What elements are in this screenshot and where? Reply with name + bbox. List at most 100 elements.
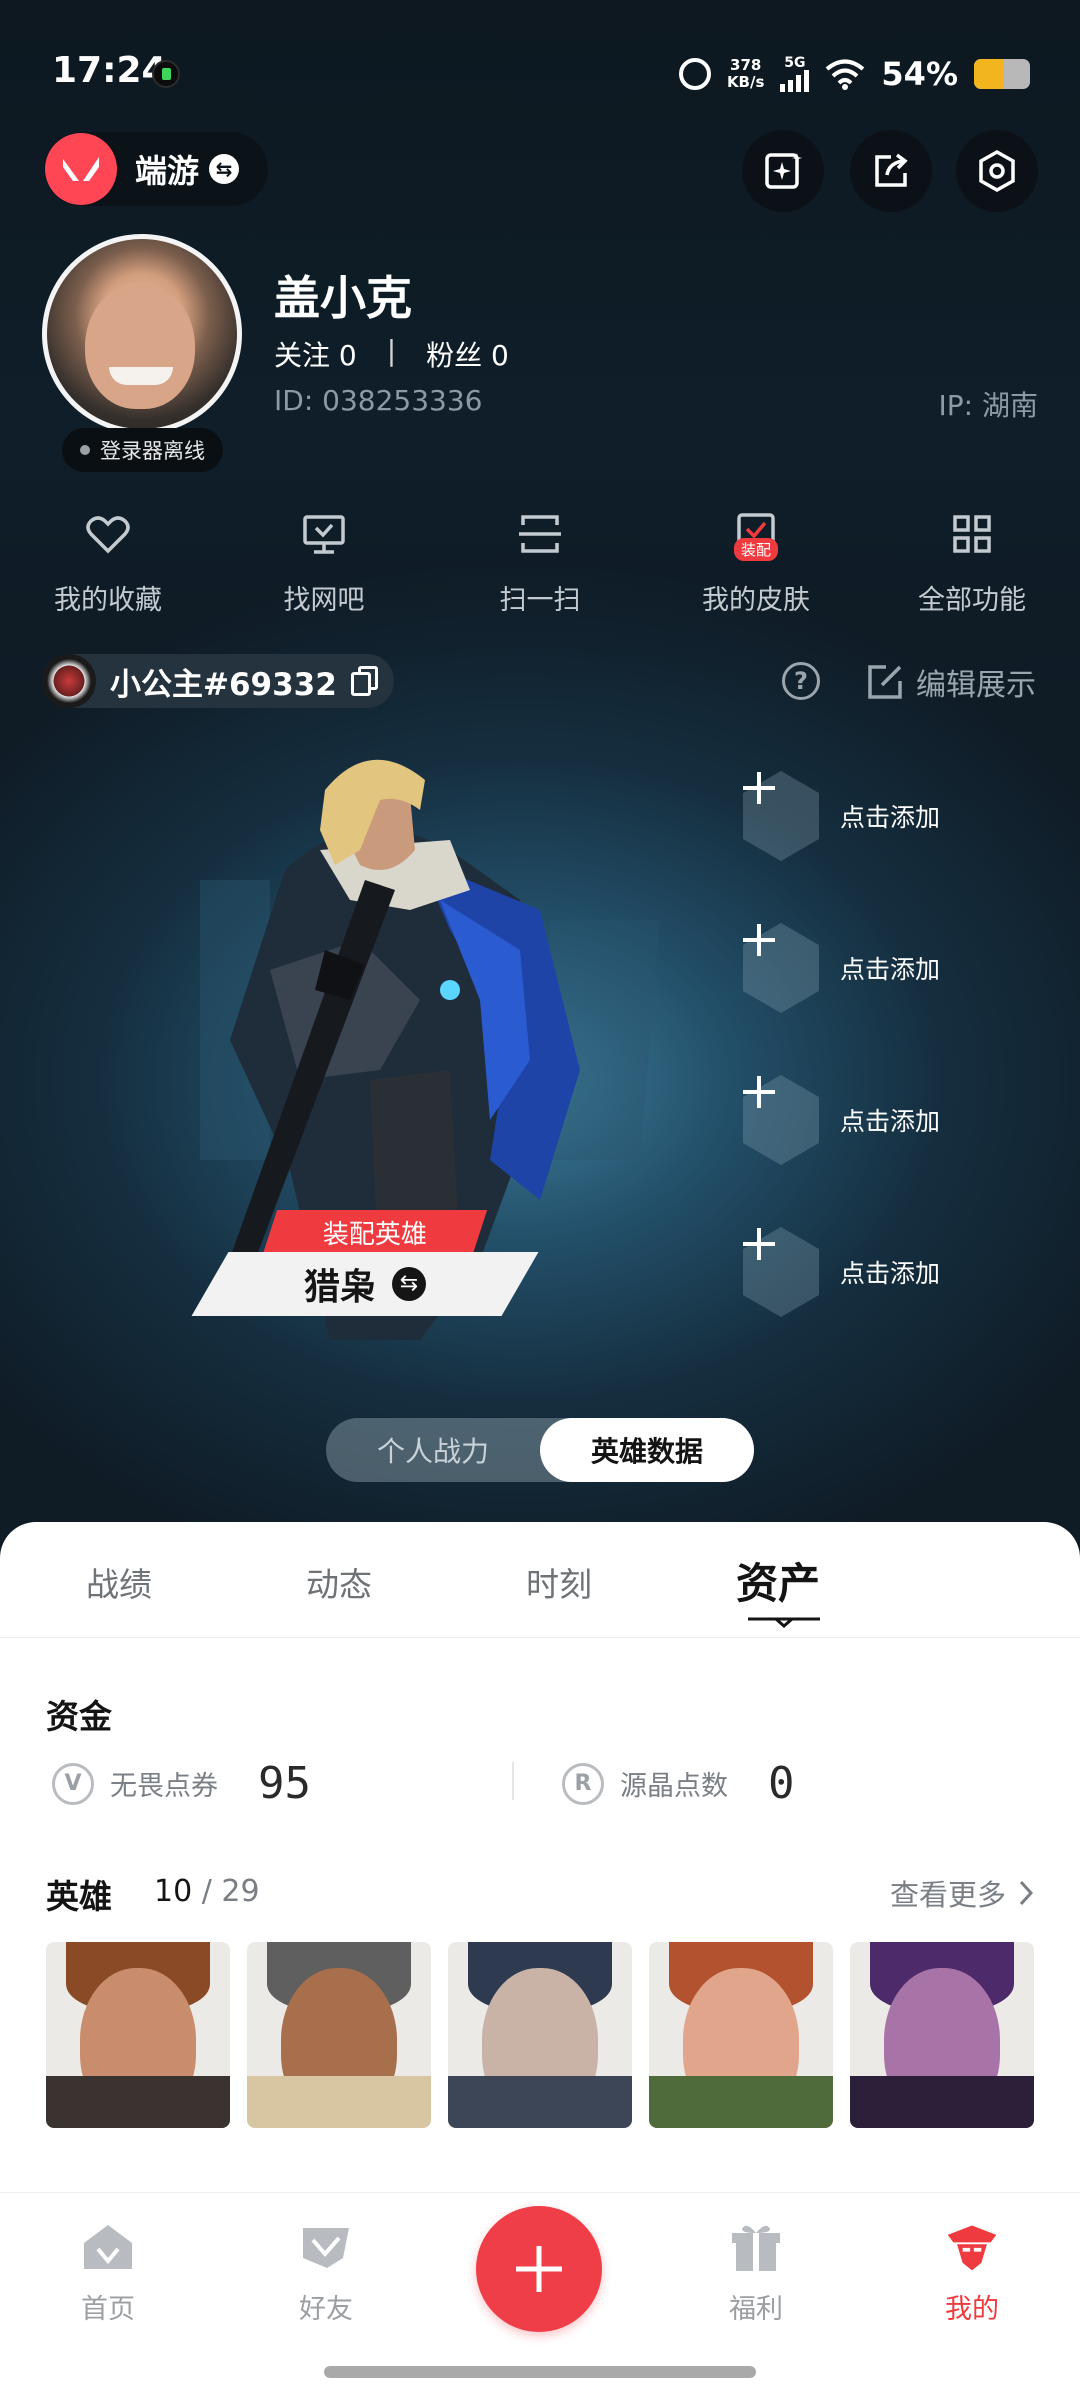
add-slot-label: 点击添加 xyxy=(840,1259,941,1288)
nav-benefits[interactable]: 福利 xyxy=(696,2221,816,2326)
valorant-points-icon: V xyxy=(52,1762,94,1805)
hero-total: 29 xyxy=(221,1874,260,1909)
hero-card[interactable] xyxy=(46,1942,230,2128)
battery-fill xyxy=(974,59,1005,89)
scan-icon xyxy=(516,510,564,558)
add-slot-label: 点击添加 xyxy=(840,955,941,984)
sparkle-card-button[interactable] xyxy=(742,130,824,212)
edit-icon xyxy=(868,665,902,699)
battery-icon xyxy=(974,59,1030,89)
nav-home[interactable]: 首页 xyxy=(48,2221,168,2326)
hero-count: 10 / 29 xyxy=(154,1874,260,1909)
gift-icon xyxy=(728,2221,784,2273)
nav-label: 好友 xyxy=(299,2294,353,2325)
share-button[interactable] xyxy=(850,130,932,212)
add-slot-3[interactable]: 点击添加 xyxy=(740,1070,1040,1170)
ip-location: IP: 湖南 xyxy=(938,389,1038,422)
active-tab-indicator xyxy=(748,1617,820,1628)
avatar-photo xyxy=(47,239,237,429)
content-tabs: 战绩 动态 时刻 资产 xyxy=(0,1522,1080,1638)
hero-portrait-body xyxy=(649,2076,833,2128)
hero-portrait-body xyxy=(850,2076,1034,2128)
player-name: 小公主#69332 xyxy=(110,666,337,703)
toggle-personal-power[interactable]: 个人战力 xyxy=(326,1418,540,1482)
add-hex-icon xyxy=(740,769,822,863)
add-hex-icon xyxy=(740,1225,822,1319)
hero-card[interactable] xyxy=(247,1942,431,2128)
toggle-agent-data[interactable]: 英雄数据 xyxy=(540,1418,754,1482)
funds-title: 资金 xyxy=(46,1697,112,1736)
fund-label: 无畏点券 xyxy=(110,1771,218,1802)
nav-friends[interactable]: 好友 xyxy=(266,2221,386,2326)
following-count[interactable]: 关注 0 xyxy=(274,334,357,374)
agent-name-plate: 猎枭 ⇆ xyxy=(191,1252,539,1316)
hero-portrait-body xyxy=(247,2076,431,2128)
hero-portrait-body xyxy=(448,2076,632,2128)
help-icon[interactable]: ? xyxy=(782,662,820,700)
alarm-icon xyxy=(678,58,711,90)
add-hex-icon xyxy=(740,1073,822,1167)
shortcut-my-skins[interactable]: 装配 我的皮肤 xyxy=(648,510,864,620)
username: 盖小克 xyxy=(274,271,412,325)
add-slot-1[interactable]: 点击添加 xyxy=(740,766,1040,866)
create-post-button[interactable] xyxy=(476,2206,602,2332)
valorant-logo-icon xyxy=(45,133,117,205)
followers-count[interactable]: 粉丝 0 xyxy=(426,334,509,374)
music-app-icon xyxy=(152,60,180,88)
launcher-status-badge: 登录器离线 xyxy=(62,428,223,472)
copy-icon[interactable] xyxy=(350,666,379,696)
add-slot-4[interactable]: 点击添加 xyxy=(740,1222,1040,1322)
fund-radianite-points: R 源晶点数 0 xyxy=(562,1758,795,1809)
wifi-icon xyxy=(826,59,865,90)
status-bar: 17:24 378 KB/s 5G 54% xyxy=(0,0,1080,140)
share-icon xyxy=(875,153,908,187)
tab-moments[interactable]: 时刻 xyxy=(526,1558,592,1606)
nav-me[interactable]: 我的 xyxy=(912,2221,1032,2326)
radianite-icon: R xyxy=(562,1762,604,1805)
agent-name: 猎枭 xyxy=(303,1267,376,1308)
tab-feed[interactable]: 动态 xyxy=(306,1558,372,1606)
equip-badge: 装配英雄 xyxy=(262,1210,488,1254)
player-tag[interactable]: 小公主#69332 xyxy=(42,654,394,708)
hero-card[interactable] xyxy=(448,1942,632,2128)
heart-icon xyxy=(84,510,132,558)
fund-divider xyxy=(512,1762,514,1800)
tab-record[interactable]: 战绩 xyxy=(86,1558,152,1606)
hero-count-sep: / xyxy=(201,1874,212,1909)
add-hex-icon xyxy=(740,921,822,1015)
monitor-icon xyxy=(300,510,348,558)
equip-badge-label: 装配英雄 xyxy=(322,1219,427,1250)
network-speed-unit: KB/s xyxy=(726,73,765,91)
nav-label: 福利 xyxy=(729,2294,783,2325)
shortcut-scan[interactable]: 扫一扫 xyxy=(432,510,648,620)
see-more-heroes-link[interactable]: 查看更多 xyxy=(890,1872,1034,1914)
status-dot xyxy=(80,445,90,455)
hero-card[interactable] xyxy=(649,1942,833,2128)
edit-display-button[interactable]: 编辑展示 xyxy=(866,660,1036,704)
add-slot-2[interactable]: 点击添加 xyxy=(740,918,1040,1018)
home-indicator[interactable] xyxy=(324,2366,756,2378)
shortcut-find-netcafe[interactable]: 找网吧 xyxy=(216,510,432,620)
friends-icon xyxy=(298,2221,354,2273)
add-slot-label: 点击添加 xyxy=(840,1107,941,1136)
hero-portrait-body xyxy=(46,2076,230,2128)
heroes-title: 英雄 xyxy=(46,1877,112,1916)
follow-separator: | xyxy=(386,334,397,367)
shortcut-all-features[interactable]: 全部功能 xyxy=(864,510,1080,620)
shortcut-favorites[interactable]: 我的收藏 xyxy=(0,510,216,620)
shortcut-label: 全部功能 xyxy=(918,585,1026,616)
shortcut-label: 我的收藏 xyxy=(54,585,162,616)
status-time: 17:24 xyxy=(52,50,167,91)
app-label: 端游 xyxy=(135,152,200,190)
fund-value: 0 xyxy=(768,1758,795,1809)
swap-agent-icon[interactable]: ⇆ xyxy=(392,1267,426,1301)
hero-card[interactable] xyxy=(850,1942,1034,2128)
nav-label: 我的 xyxy=(945,2294,999,2325)
equipped-agent[interactable]: 装配英雄 猎枭 ⇆ xyxy=(191,1210,539,1320)
settings-button[interactable] xyxy=(956,130,1038,212)
tab-assets[interactable]: 资产 xyxy=(736,1550,820,1611)
hero-list xyxy=(46,1942,1034,2128)
shortcut-row: 我的收藏 找网吧 扫一扫 装配 我的皮肤 全部功能 xyxy=(0,510,1080,620)
game-switcher[interactable]: 端游 ⇆ xyxy=(44,132,268,206)
avatar[interactable] xyxy=(42,234,242,434)
